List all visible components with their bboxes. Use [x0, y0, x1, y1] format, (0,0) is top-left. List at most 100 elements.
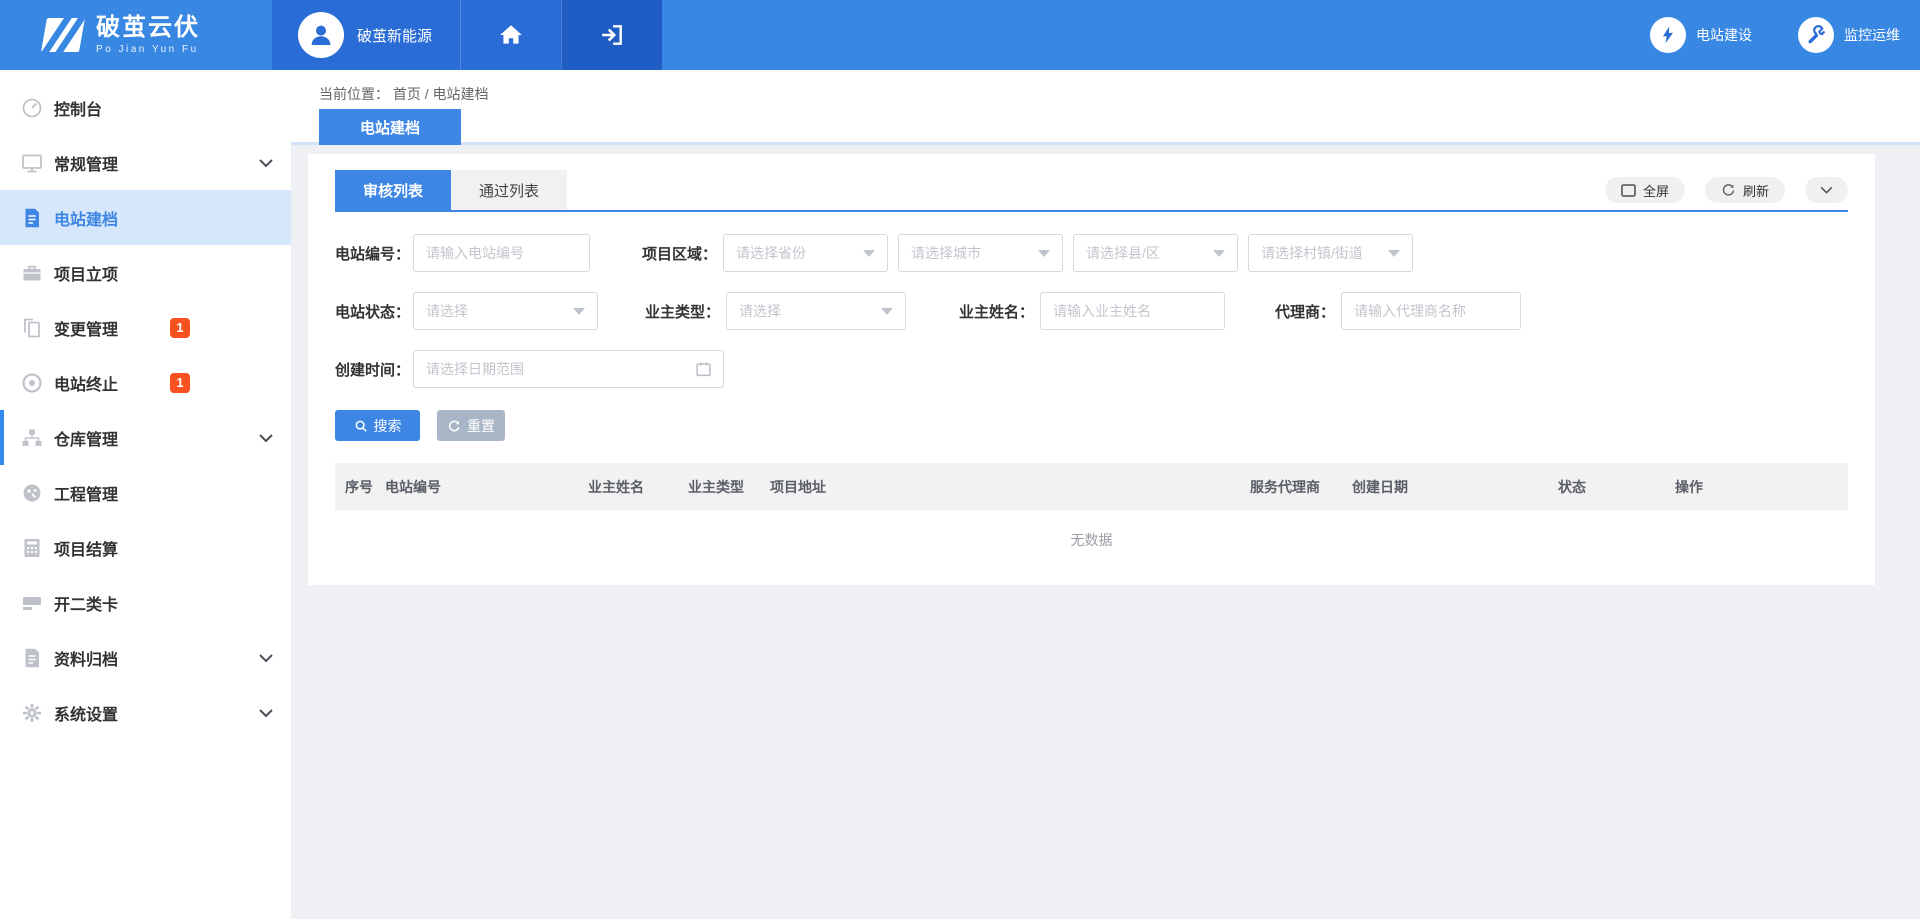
- select-caret-icon: [573, 308, 585, 315]
- search-button[interactable]: 搜索: [335, 410, 420, 441]
- chevron-down-icon: [259, 433, 273, 442]
- gear-icon: [20, 701, 44, 725]
- search-icon: [354, 419, 368, 433]
- nav-station-construction[interactable]: 电站建设: [1650, 17, 1752, 53]
- form-row-1: 电站编号： 项目区域： 请选择省份 请选择城市 请选择县/区: [335, 234, 1848, 272]
- breadcrumb-path[interactable]: 首页 / 电站建档: [393, 86, 489, 102]
- calculator-icon: [20, 536, 44, 560]
- sidebar-item-label: 系统设置: [54, 701, 118, 725]
- sidebar-item-warehouse-mgmt[interactable]: 仓库管理: [0, 410, 291, 465]
- col-seq: 序号: [345, 477, 385, 497]
- file-icon: [20, 646, 44, 670]
- sidebar-item-label: 项目立项: [54, 261, 118, 285]
- form-row-3: 创建时间：: [335, 350, 1848, 388]
- home-icon: [498, 22, 524, 48]
- sidebar-item-system-settings[interactable]: 系统设置: [0, 685, 291, 740]
- station-no-input[interactable]: [413, 234, 590, 272]
- agent-label: 代理商：: [1275, 301, 1335, 322]
- sidebar-item-console[interactable]: 控制台: [0, 80, 291, 135]
- form-row-2: 电站状态： 请选择 业主类型： 请选择 业主姓名： 代理商：: [335, 292, 1848, 330]
- dashboard-icon: [20, 96, 44, 120]
- sidebar: 控制台 常规管理 电站建档 项目立项: [0, 70, 291, 919]
- select-caret-icon: [881, 308, 893, 315]
- nav-monitor-ops[interactable]: 监控运维: [1798, 17, 1900, 53]
- col-actions: 操作: [1675, 477, 1848, 497]
- chevron-down-icon: [1820, 186, 1833, 194]
- select-caret-icon: [863, 250, 875, 257]
- owner-type-select[interactable]: 请选择: [726, 292, 906, 330]
- sidebar-item-project-settlement[interactable]: 项目结算: [0, 520, 291, 575]
- tab-passed-list[interactable]: 通过列表: [451, 170, 567, 210]
- form-buttons: 搜索 重置: [335, 410, 1848, 441]
- fullscreen-button[interactable]: 全屏: [1605, 177, 1685, 203]
- sidebar-item-station-filing[interactable]: 电站建档: [0, 190, 291, 245]
- tab-review-list[interactable]: 审核列表: [335, 170, 451, 210]
- owner-name-input[interactable]: [1040, 292, 1225, 330]
- home-button[interactable]: [460, 0, 561, 70]
- sidebar-item-station-termination[interactable]: 电站终止 1: [0, 355, 291, 410]
- app-logo: 破茧云伏 Po Jian Yun Fu: [0, 0, 272, 70]
- logo-subtitle: Po Jian Yun Fu: [96, 44, 200, 55]
- sidebar-item-data-archive[interactable]: 资料归档: [0, 630, 291, 685]
- county-placeholder: 请选择县/区: [1086, 243, 1160, 263]
- panel-tabs-row: 审核列表 通过列表 全屏 刷新: [335, 170, 1848, 210]
- select-caret-icon: [1388, 250, 1400, 257]
- status-label: 电站状态：: [335, 301, 407, 322]
- badge-count: 1: [170, 318, 190, 338]
- col-station-no: 电站编号: [385, 477, 588, 497]
- col-service-agent: 服务代理商: [1250, 477, 1352, 497]
- sidebar-item-label: 资料归档: [54, 646, 118, 670]
- page-tab-station-filing[interactable]: 电站建档: [319, 109, 461, 145]
- header-spacer: [662, 0, 1650, 70]
- sidebar-item-project-initiation[interactable]: 项目立项: [0, 245, 291, 300]
- copy-files-icon: [20, 316, 44, 340]
- sidebar-item-open-class2-card[interactable]: 开二类卡: [0, 575, 291, 630]
- fullscreen-label: 全屏: [1643, 181, 1669, 200]
- town-select[interactable]: 请选择村镇/街道: [1248, 234, 1413, 272]
- sidebar-item-change-mgmt[interactable]: 变更管理 1: [0, 300, 291, 355]
- sidebar-item-general-mgmt[interactable]: 常规管理: [0, 135, 291, 190]
- sidebar-item-label: 常规管理: [54, 151, 118, 175]
- sitemap-icon: [20, 426, 44, 450]
- filter-form: 电站编号： 项目区域： 请选择省份 请选择城市 请选择县/区: [335, 234, 1848, 441]
- province-select[interactable]: 请选择省份: [723, 234, 888, 272]
- reset-icon: [447, 419, 461, 433]
- nav-label: 电站建设: [1696, 25, 1752, 45]
- city-select[interactable]: 请选择城市: [898, 234, 1063, 272]
- sidebar-item-label: 仓库管理: [54, 426, 118, 450]
- col-create-date: 创建日期: [1352, 477, 1558, 497]
- logout-button[interactable]: [561, 0, 662, 70]
- panel: 审核列表 通过列表 全屏 刷新: [308, 154, 1875, 585]
- card-icon: [20, 591, 44, 615]
- status-placeholder: 请选择: [426, 301, 468, 321]
- user-section[interactable]: 破茧新能源: [272, 0, 460, 70]
- user-avatar-icon[interactable]: [298, 12, 344, 58]
- status-select[interactable]: 请选择: [413, 292, 598, 330]
- badge-count: 1: [170, 373, 190, 393]
- sidebar-item-label: 电站终止: [54, 371, 118, 395]
- sidebar-item-label: 工程管理: [54, 481, 118, 505]
- refresh-button[interactable]: 刷新: [1705, 177, 1785, 203]
- nav-label: 监控运维: [1844, 25, 1900, 45]
- col-owner-type: 业主类型: [688, 477, 770, 497]
- reset-button[interactable]: 重置: [437, 410, 505, 441]
- agent-input[interactable]: [1341, 292, 1521, 330]
- person-icon: [306, 20, 336, 50]
- briefcase-icon: [20, 261, 44, 285]
- date-range-input[interactable]: [413, 350, 724, 388]
- sidebar-item-label: 控制台: [54, 96, 102, 120]
- logo-title: 破茧云伏: [96, 15, 200, 41]
- chevron-down-icon: [259, 653, 273, 662]
- city-placeholder: 请选择城市: [911, 243, 981, 263]
- owner-type-placeholder: 请选择: [739, 301, 781, 321]
- tab-underline: [335, 210, 1848, 212]
- sidebar-item-engineering-mgmt[interactable]: 工程管理: [0, 465, 291, 520]
- calendar-icon[interactable]: [695, 361, 712, 378]
- content-area: 审核列表 通过列表 全屏 刷新: [291, 145, 1920, 585]
- breadcrumb: 当前位置： 首页 / 电站建档: [291, 70, 1920, 104]
- owner-name-label: 业主姓名：: [959, 301, 1034, 322]
- county-select[interactable]: 请选择县/区: [1073, 234, 1238, 272]
- sidebar-item-label: 项目结算: [54, 536, 118, 560]
- collapse-button[interactable]: [1805, 177, 1848, 203]
- empty-state-text: 无数据: [335, 510, 1848, 570]
